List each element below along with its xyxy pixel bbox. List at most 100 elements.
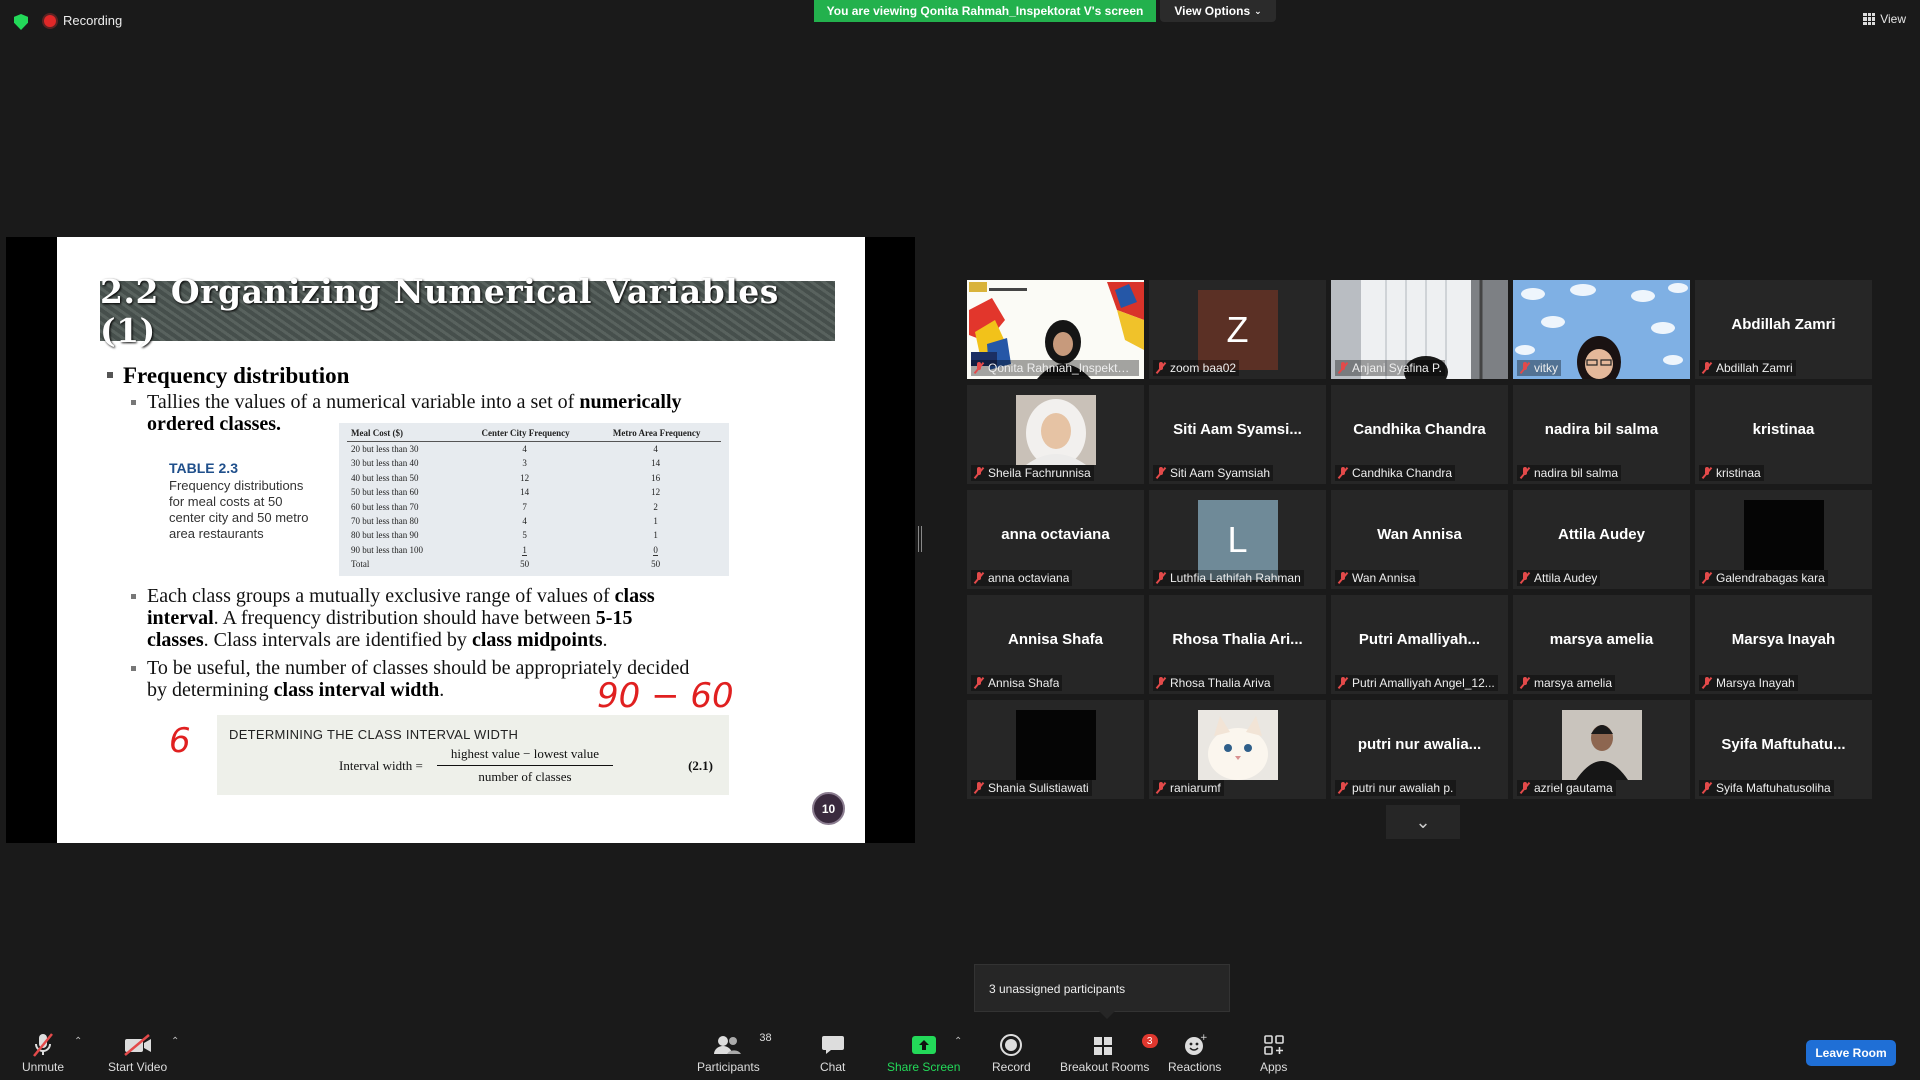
participant-tile[interactable]: Qonita Rahmah_Inspektorat...: [967, 280, 1144, 379]
participant-name: Syifa Maftuhatusoliha: [1716, 781, 1831, 795]
participant-tile[interactable]: kristinaa kristinaa: [1695, 385, 1872, 484]
start-video-button[interactable]: Start Video: [108, 1030, 167, 1074]
participant-tile[interactable]: Attila Audey Attila Audey: [1513, 490, 1690, 589]
participant-name-label: Shania Sulistiawati: [971, 780, 1092, 796]
participant-tile[interactable]: Galendrabagas kara: [1695, 490, 1872, 589]
share-options-caret[interactable]: ⌃: [954, 1036, 962, 1047]
view-options-button[interactable]: View Options ⌄: [1160, 0, 1276, 22]
mic-muted-icon: [1702, 677, 1712, 689]
participant-name-label: azriel gautama: [1517, 780, 1616, 796]
leave-room-button[interactable]: Leave Room: [1806, 1040, 1896, 1066]
participant-tile[interactable]: Siti Aam Syamsi... Siti Aam Syamsiah: [1149, 385, 1326, 484]
split-drag-handle[interactable]: [918, 526, 922, 552]
mic-muted-icon: [1520, 572, 1530, 584]
participant-tile[interactable]: Sheila Fachrunnisa: [967, 385, 1144, 484]
participant-tile[interactable]: raniarumf: [1149, 700, 1326, 799]
mic-muted-icon: [1338, 362, 1348, 374]
gallery-next-page-button[interactable]: ⌄: [1386, 805, 1460, 839]
mic-muted-icon: [974, 677, 984, 689]
participant-tile[interactable]: Abdillah Zamri Abdillah Zamri: [1695, 280, 1872, 379]
mic-muted-icon: [974, 362, 984, 374]
participant-name-label: Wan Annisa: [1335, 570, 1419, 586]
participant-tile[interactable]: Marsya Inayah Marsya Inayah: [1695, 595, 1872, 694]
participant-name: Annisa Shafa: [988, 676, 1060, 690]
participant-center-name: anna octaviana: [1001, 526, 1110, 543]
participant-tile[interactable]: Putri Amalliyah... Putri Amalliyah Angel_…: [1331, 595, 1508, 694]
participant-gallery: Qonita Rahmah_Inspektorat... Zzoom baa02 …: [967, 280, 1875, 799]
participant-center-name: Rhosa Thalia Ari...: [1172, 631, 1303, 648]
participant-name: Wan Annisa: [1352, 571, 1416, 585]
participant-name-label: Syifa Maftuhatusoliha: [1699, 780, 1834, 796]
participant-tile[interactable]: Syifa Maftuhatu... Syifa Maftuhatusoliha: [1695, 700, 1872, 799]
participant-name: Marsya Inayah: [1716, 676, 1795, 690]
participants-icon: 38: [713, 1030, 772, 1060]
participant-tile[interactable]: putri nur awalia... putri nur awaliah p.: [1331, 700, 1508, 799]
participant-name-label: Sheila Fachrunnisa: [971, 465, 1094, 481]
participant-name-label: Galendrabagas kara: [1699, 570, 1828, 586]
participant-tile[interactable]: L Luthfia Lathifah Rahman: [1149, 490, 1326, 589]
participant-name: Anjani Syafina P.: [1352, 361, 1442, 375]
participant-tile[interactable]: azriel gautama: [1513, 700, 1690, 799]
participant-name-label: Siti Aam Syamsiah: [1153, 465, 1274, 481]
participant-tile[interactable]: Wan Annisa Wan Annisa: [1331, 490, 1508, 589]
participant-tile[interactable]: nadira bil salma nadira bil salma: [1513, 385, 1690, 484]
chevron-down-icon: ⌄: [1254, 5, 1262, 16]
participant-name: azriel gautama: [1534, 781, 1613, 795]
participant-center-name: Abdillah Zamri: [1731, 316, 1836, 333]
participant-center-name: Attila Audey: [1558, 526, 1645, 543]
participant-tile[interactable]: Shania Sulistiawati: [967, 700, 1144, 799]
security-shield-icon[interactable]: [14, 14, 28, 30]
participant-name: vitky: [1534, 361, 1558, 375]
participant-tile[interactable]: anna octaviana anna octaviana: [967, 490, 1144, 589]
recording-dot-icon: [44, 14, 56, 27]
participant-name: Attila Audey: [1534, 571, 1598, 585]
participant-center-name: kristinaa: [1752, 421, 1815, 438]
participants-count: 38: [759, 1032, 772, 1044]
participant-tile[interactable]: Rhosa Thalia Ari... Rhosa Thalia Ariva: [1149, 595, 1326, 694]
participant-center-name: Marsya Inayah: [1731, 631, 1836, 648]
participant-tile[interactable]: Anjani Syafina P.: [1331, 280, 1508, 379]
participant-name-label: Abdillah Zamri: [1699, 360, 1796, 376]
video-off-icon: [123, 1030, 153, 1060]
participant-center-name: Syifa Maftuhatu...: [1721, 736, 1846, 753]
chat-label: Chat: [820, 1060, 846, 1074]
shared-screen[interactable]: 2.2 Organizing Numerical Variables (1) F…: [6, 237, 915, 843]
share-screen-button[interactable]: Share Screen: [887, 1030, 960, 1074]
participant-photo: [1015, 395, 1096, 465]
participant-tile[interactable]: marsya amelia marsya amelia: [1513, 595, 1690, 694]
participant-center-name: Annisa Shafa: [1007, 631, 1104, 648]
reactions-button[interactable]: + Reactions: [1168, 1030, 1221, 1074]
participant-name: nadira bil salma: [1534, 466, 1619, 480]
video-options-caret[interactable]: ⌃: [171, 1036, 179, 1047]
mic-muted-icon: [1702, 467, 1712, 479]
participant-tile[interactable]: Annisa Shafa Annisa Shafa: [967, 595, 1144, 694]
breakout-rooms-button[interactable]: 3 Breakout Rooms: [1060, 1030, 1158, 1074]
participant-name: Shania Sulistiawati: [988, 781, 1089, 795]
participant-center-name: nadira bil salma: [1544, 421, 1659, 438]
letter-avatar: Z: [1197, 290, 1278, 370]
participant-name: Sheila Fachrunnisa: [988, 466, 1091, 480]
participant-tile[interactable]: Candhika Chandra Candhika Chandra: [1331, 385, 1508, 484]
record-button[interactable]: Record: [992, 1030, 1031, 1074]
mic-muted-icon: [1156, 677, 1166, 689]
mic-muted-icon: [1338, 677, 1348, 689]
participant-name-label: Annisa Shafa: [971, 675, 1063, 691]
recording-indicator[interactable]: Recording: [44, 13, 122, 28]
participants-button[interactable]: 38 Participants: [697, 1030, 772, 1074]
participant-tile[interactable]: vitky: [1513, 280, 1690, 379]
audio-options-caret[interactable]: ⌃: [74, 1036, 82, 1047]
mic-muted-icon: [1702, 572, 1712, 584]
participant-name: kristinaa: [1716, 466, 1761, 480]
participant-name-label: Anjani Syafina P.: [1335, 360, 1445, 376]
participant-name-label: putri nur awaliah p.: [1335, 780, 1457, 796]
apps-button[interactable]: Apps: [1260, 1030, 1287, 1074]
view-button[interactable]: View: [1863, 12, 1906, 26]
mic-muted-icon: [1520, 782, 1530, 794]
svg-text:+: +: [1200, 1033, 1207, 1043]
participant-center-name: Wan Annisa: [1377, 526, 1462, 543]
participant-tile[interactable]: Zzoom baa02: [1149, 280, 1326, 379]
unmute-button[interactable]: Unmute: [22, 1030, 64, 1074]
breakout-rooms-icon: 3: [1092, 1030, 1158, 1060]
chat-button[interactable]: Chat: [820, 1030, 845, 1074]
unmute-label: Unmute: [22, 1060, 65, 1074]
